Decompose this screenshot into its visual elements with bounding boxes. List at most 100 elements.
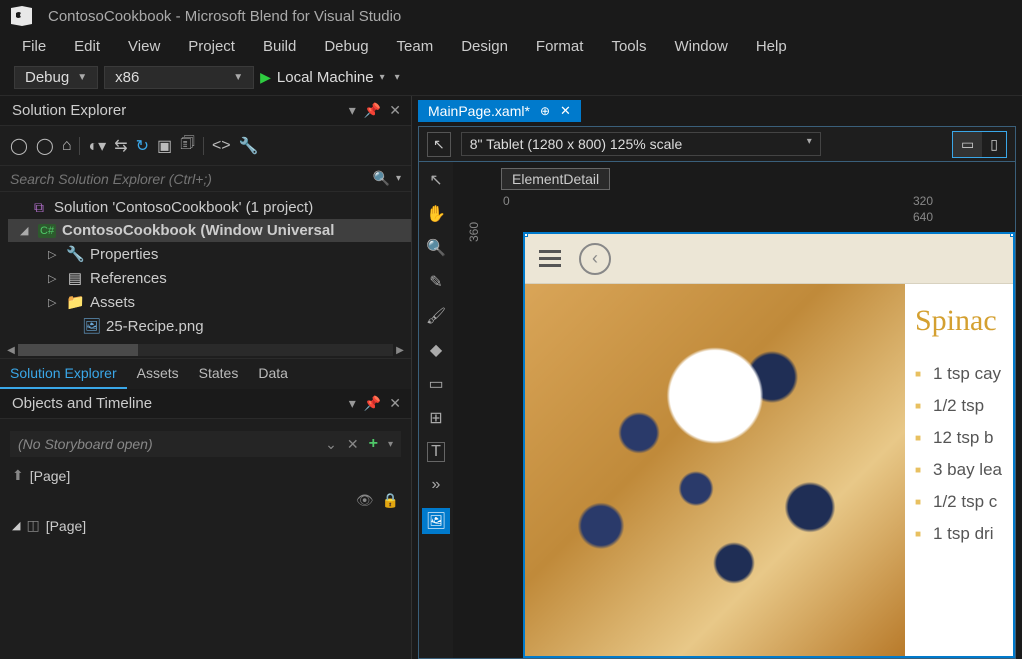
eyedropper-tool-icon[interactable]: ✎ xyxy=(429,272,442,292)
tree-hscrollbar[interactable]: ◀ ▶ xyxy=(0,342,411,358)
storyboard-dropdown-icon[interactable]: ⌄ xyxy=(325,436,337,453)
code-icon[interactable]: <> xyxy=(212,137,231,155)
lock-icon[interactable]: 🔒 xyxy=(382,492,399,509)
document-tab[interactable]: MainPage.xaml* ⊕ ✕ xyxy=(418,100,581,122)
refresh-icon[interactable]: ↻ xyxy=(136,136,149,156)
panel-menu-icon[interactable]: ▾ xyxy=(349,395,356,412)
resize-handle[interactable] xyxy=(1010,232,1015,237)
asset-tool-icon[interactable]: 🖼 xyxy=(422,508,450,534)
object-row[interactable]: ◢ ◫ [Page] xyxy=(10,513,401,538)
close-icon[interactable]: ✕ xyxy=(389,395,401,412)
selected-element-chip[interactable]: ElementDetail xyxy=(501,168,610,190)
hamburger-icon[interactable] xyxy=(539,250,561,267)
page-icon: ◫ xyxy=(26,517,39,534)
design-artboard[interactable]: ‹ Spinac 1 tsp cay 1/2 tsp 12 tsp b 3 ba… xyxy=(523,232,1015,658)
text-tool-icon[interactable]: T xyxy=(427,442,445,462)
platform-dropdown[interactable]: x86 ▼ xyxy=(104,66,254,89)
ruler-tick: 320 xyxy=(913,194,933,208)
more-tools-icon[interactable]: » xyxy=(432,476,441,494)
play-icon[interactable]: ▶ xyxy=(260,69,271,86)
pin-icon[interactable]: ⊕ xyxy=(540,104,550,118)
scroll-right-icon[interactable]: ▶ xyxy=(393,345,407,356)
storyboard-close-icon[interactable]: ✕ xyxy=(347,436,359,453)
tree-solution-node[interactable]: ⧉ Solution 'ContosoCookbook' (1 project) xyxy=(8,196,411,219)
solution-icon: ⧉ xyxy=(30,199,48,216)
menu-debug[interactable]: Debug xyxy=(310,34,382,59)
menu-help[interactable]: Help xyxy=(742,34,801,59)
resize-handle[interactable] xyxy=(523,232,528,237)
expand-arrow-icon[interactable]: ▷ xyxy=(48,272,60,285)
menu-edit[interactable]: Edit xyxy=(60,34,114,59)
tab-data[interactable]: Data xyxy=(248,359,298,389)
search-options-icon[interactable]: ▾ xyxy=(396,173,401,184)
scroll-thumb[interactable] xyxy=(18,344,138,356)
add-storyboard-icon[interactable]: + xyxy=(369,435,378,453)
tab-states[interactable]: States xyxy=(189,359,249,389)
tree-references-node[interactable]: ▷ ▤ References xyxy=(8,266,411,290)
scroll-left-icon[interactable]: ◀ xyxy=(4,345,18,356)
show-all-icon[interactable]: 🗊 xyxy=(180,132,195,159)
eye-icon[interactable]: 👁 xyxy=(356,492,374,509)
left-panel-tabs: Solution Explorer Assets States Data xyxy=(0,358,411,389)
sync-icon[interactable]: ◐▾ xyxy=(88,136,106,156)
solution-search-input[interactable] xyxy=(10,171,373,187)
close-icon[interactable]: ✕ xyxy=(389,102,401,119)
menu-tools[interactable]: Tools xyxy=(597,34,660,59)
pan-tool-icon[interactable]: ✋ xyxy=(426,204,446,224)
run-target[interactable]: Local Machine xyxy=(277,69,374,86)
tab-solution-explorer[interactable]: Solution Explorer xyxy=(0,359,127,389)
menu-team[interactable]: Team xyxy=(383,34,448,59)
chevron-down-icon: ▼ xyxy=(233,72,243,83)
forward-icon[interactable]: ◯ xyxy=(36,136,54,156)
grid-tool-icon[interactable]: ⊞ xyxy=(429,408,442,428)
expand-arrow-icon[interactable]: ◢ xyxy=(20,224,32,237)
menu-file[interactable]: File xyxy=(8,34,60,59)
scope-up-icon[interactable]: ⬆ xyxy=(12,467,24,484)
properties-icon[interactable]: 🔧 xyxy=(239,136,259,156)
selection-tool-icon[interactable]: ↖ xyxy=(427,132,451,157)
rectangle-tool-icon[interactable]: ▭ xyxy=(428,374,443,394)
chevron-down-icon[interactable]: ▾ xyxy=(380,72,385,83)
zoom-tool-icon[interactable]: 🔍 xyxy=(426,238,446,258)
recipe-image xyxy=(525,284,905,656)
collapse-icon[interactable]: ▣ xyxy=(157,136,172,156)
pin-icon[interactable]: 📌 xyxy=(364,102,381,119)
tree-assets-node[interactable]: ▷ 📁 Assets xyxy=(8,290,411,314)
references-icon: ▤ xyxy=(66,269,84,287)
ingredient-list: 1 tsp cay 1/2 tsp 12 tsp b 3 bay lea 1/2… xyxy=(915,358,1003,550)
tree-project-node[interactable]: ◢ C# ContosoCookbook (Window Universal xyxy=(8,219,411,242)
menu-window[interactable]: Window xyxy=(660,34,741,59)
pin-icon[interactable]: 📌 xyxy=(364,395,381,412)
expand-arrow-icon[interactable]: ◢ xyxy=(12,519,20,532)
search-icon[interactable]: 🔍 xyxy=(373,170,390,187)
config-dropdown[interactable]: Debug ▼ xyxy=(14,66,98,89)
device-value: 8" Tablet (1280 x 800) 125% scale xyxy=(470,136,683,152)
storyboard-menu-icon[interactable]: ▾ xyxy=(388,439,393,450)
expand-arrow-icon[interactable]: ▷ xyxy=(48,296,60,309)
menu-project[interactable]: Project xyxy=(174,34,249,59)
tree-file-node[interactable]: 🖼 25-Recipe.png xyxy=(8,314,411,338)
pointer-tool-icon[interactable]: ↖ xyxy=(429,170,442,190)
brush-tool-icon[interactable]: 🖌 xyxy=(426,306,446,326)
device-dropdown[interactable]: 8" Tablet (1280 x 800) 125% scale ▾ xyxy=(461,132,821,156)
back-button-icon[interactable]: ‹ xyxy=(579,243,611,275)
portrait-icon[interactable]: ▯ xyxy=(982,132,1006,157)
scroll-track[interactable] xyxy=(18,344,393,356)
overflow-icon[interactable]: ▾ xyxy=(395,72,400,83)
gradient-tool-icon[interactable]: ◆ xyxy=(430,340,442,360)
expand-arrow-icon[interactable]: ▷ xyxy=(48,248,60,261)
object-row[interactable]: ⬆ [Page] xyxy=(10,463,401,488)
menu-format[interactable]: Format xyxy=(522,34,598,59)
panel-menu-icon[interactable]: ▾ xyxy=(349,102,356,119)
menu-view[interactable]: View xyxy=(114,34,174,59)
home-icon[interactable]: ⌂ xyxy=(62,137,72,155)
menu-build[interactable]: Build xyxy=(249,34,310,59)
tab-assets[interactable]: Assets xyxy=(127,359,189,389)
menu-design[interactable]: Design xyxy=(447,34,522,59)
swap-icon[interactable]: ⇆ xyxy=(114,136,127,156)
close-tab-icon[interactable]: ✕ xyxy=(560,103,571,119)
back-icon[interactable]: ◯ xyxy=(10,136,28,156)
tree-properties-node[interactable]: ▷ 🔧 Properties xyxy=(8,242,411,266)
landscape-icon[interactable]: ▭ xyxy=(953,132,982,157)
node-label: References xyxy=(90,270,167,287)
